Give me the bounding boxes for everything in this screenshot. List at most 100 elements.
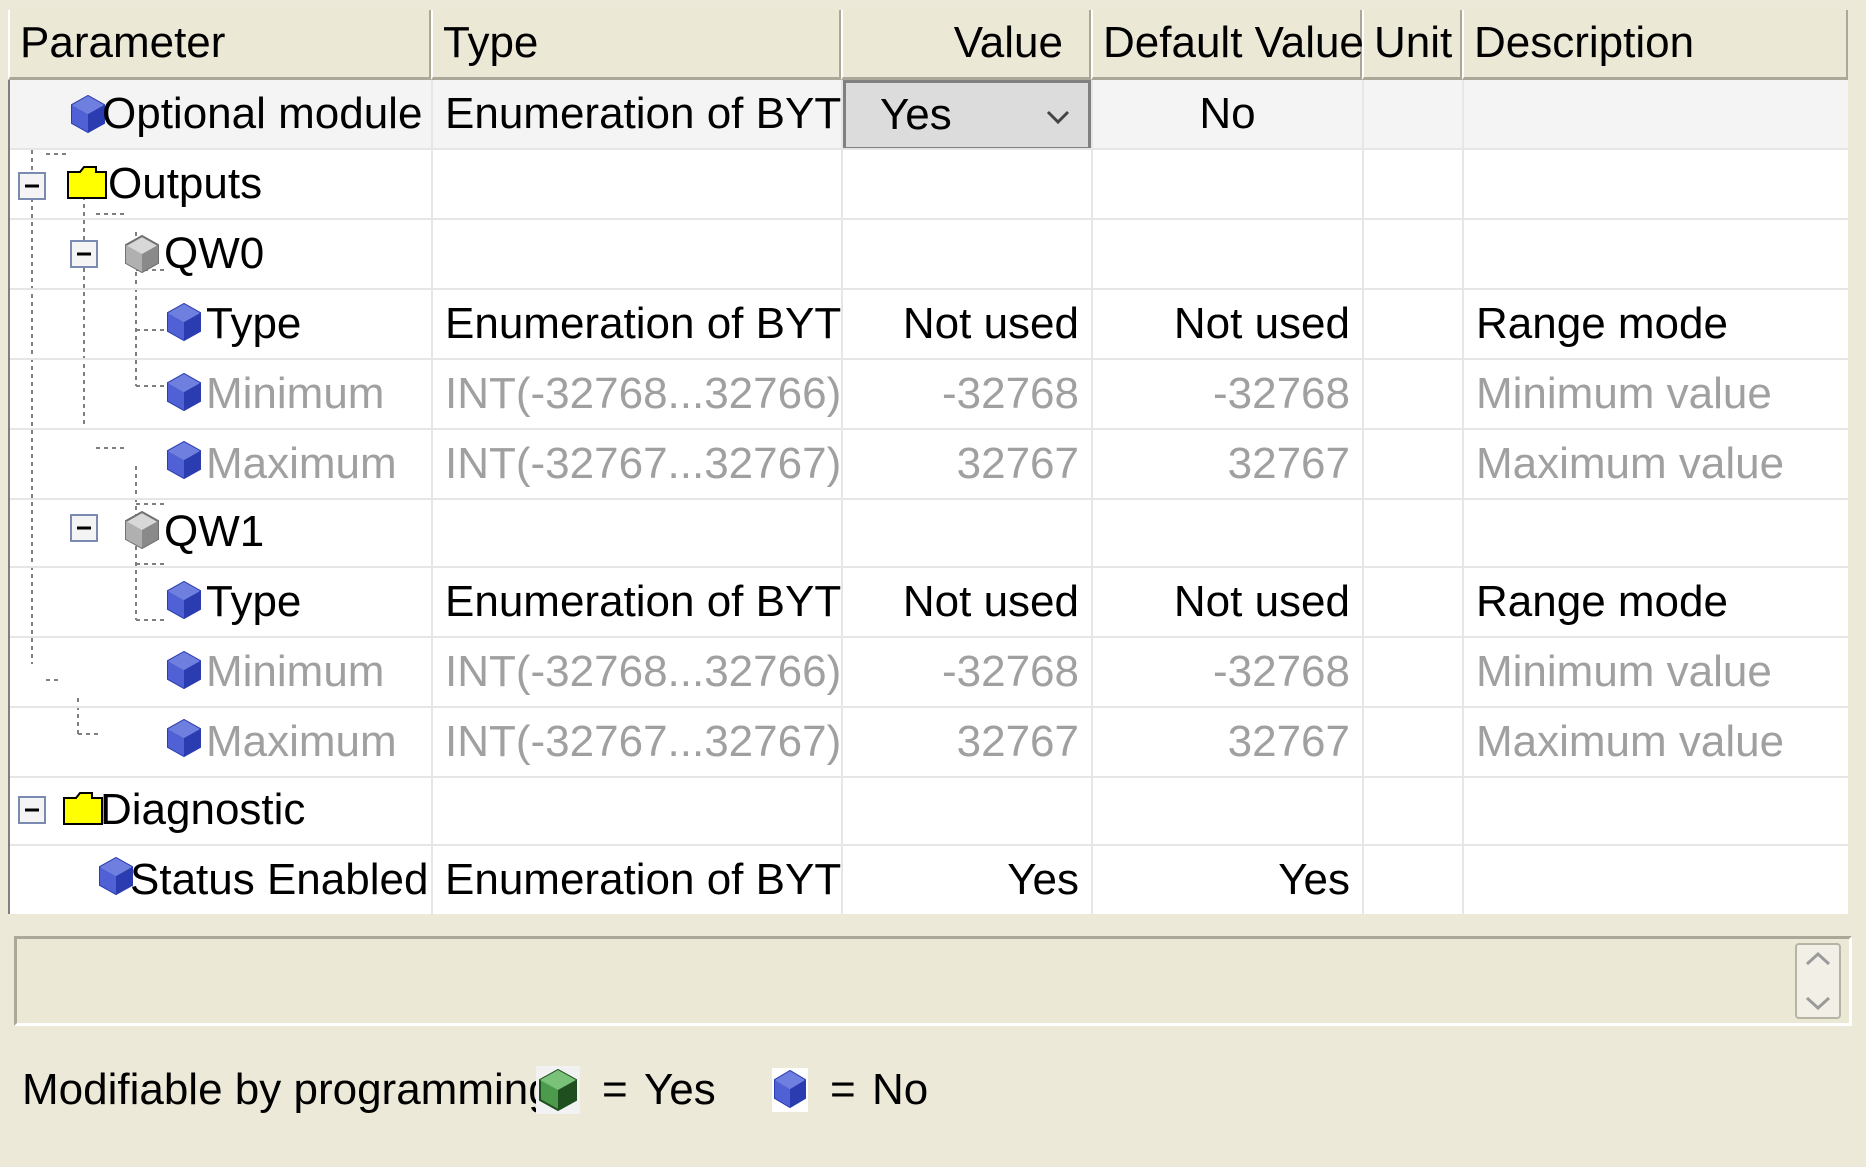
header-unit[interactable]: Unit [1362,10,1462,80]
parameter-cell: Maximum [10,430,433,500]
default-value-cell: Yes [1093,846,1364,914]
header-type[interactable]: Type [431,10,841,80]
table-row[interactable]: QW0 [10,220,1848,290]
description-cell [1464,776,1848,846]
table-row[interactable]: QW1 [10,498,1848,568]
parameter-label: QW1 [164,507,265,556]
value-dropdown[interactable]: Yes [843,80,1091,148]
parameter-label: Diagnostic [100,785,306,834]
type-cell [433,220,843,290]
parameter-grid: Optional module Enumeration of BYTE Yes … [8,80,1848,914]
folder-icon [67,166,107,199]
table-row[interactable]: Diagnostic [10,776,1848,846]
value-cell [843,776,1093,846]
blue-cube-icon [167,440,201,480]
description-scrollbar[interactable] [1795,943,1841,1019]
default-value-cell: Not used [1093,290,1364,360]
parameter-label: Minimum [206,369,385,418]
type-cell: Enumeration of BYTE [433,80,843,150]
table-row[interactable]: Status Enabled Enumeration of BYTE Yes Y… [10,846,1848,914]
default-value-cell: 32767 [1093,430,1364,500]
value-cell[interactable]: Not used [843,568,1093,638]
parameter-label: Type [206,299,302,348]
value-cell [843,220,1093,290]
type-cell: INT(-32767...32767) [433,708,843,778]
unit-cell [1364,360,1464,430]
description-cell: Range mode [1464,568,1848,638]
table-row[interactable]: Maximum INT(-32767...32767) 32767 32767 … [10,430,1848,500]
parameter-label: Status Enabled [130,855,429,904]
parameter-cell: Type [10,290,433,360]
collapse-icon[interactable] [18,796,46,824]
value-cell [843,498,1093,568]
header-default-value[interactable]: Default Value [1091,10,1364,80]
parameter-cell: Minimum [10,638,433,708]
parameter-label: Minimum [206,647,385,696]
default-value-cell [1093,498,1364,568]
unit-cell [1364,846,1464,914]
value-cell [843,150,1093,220]
parameter-label: Maximum [206,717,397,766]
table-row[interactable]: Type Enumeration of BYTE Not used Not us… [10,290,1848,360]
unit-cell [1364,498,1464,568]
header-parameter[interactable]: Parameter [8,10,431,80]
table-row[interactable]: Minimum INT(-32768...32766) -32768 -3276… [10,360,1848,430]
description-cell [1464,846,1848,914]
header-description[interactable]: Description [1462,10,1848,80]
default-value-cell [1093,776,1364,846]
collapse-icon[interactable] [70,240,98,268]
default-value-cell: 32767 [1093,708,1364,778]
unit-cell [1364,708,1464,778]
parameter-cell: Status Enabled [10,846,433,914]
parameter-cell: Minimum [10,360,433,430]
description-panel[interactable] [14,936,1852,1026]
parameter-label: QW0 [164,229,265,278]
blue-cube-icon [167,372,201,412]
blue-cube-icon [167,718,201,758]
unit-cell [1364,638,1464,708]
unit-cell [1364,80,1464,150]
type-cell [433,776,843,846]
value-cell: 32767 [843,708,1093,778]
parameter-cell: Outputs [10,150,433,220]
collapse-icon[interactable] [18,172,46,200]
collapse-icon[interactable] [70,514,98,542]
unit-cell [1364,430,1464,500]
chevron-up-icon[interactable] [1803,949,1833,969]
description-cell [1464,498,1848,568]
legend-label: Modifiable by programming [22,1065,553,1114]
parameter-editor: Parameter Type Value Default Value Unit … [0,0,1866,1167]
parameter-cell: Type [10,568,433,638]
parameter-label: Optional module [102,89,423,138]
value-cell[interactable]: Yes [843,80,1093,150]
description-cell: Maximum value [1464,708,1848,778]
unit-cell [1364,290,1464,360]
default-value-cell: No [1093,80,1364,150]
description-cell [1464,150,1848,220]
description-cell: Minimum value [1464,360,1848,430]
value-cell: -32768 [843,638,1093,708]
table-row[interactable]: Optional module Enumeration of BYTE Yes … [10,80,1848,150]
default-value-cell: Not used [1093,568,1364,638]
gray-cube-icon [125,234,159,274]
value-cell[interactable]: Yes [843,846,1093,914]
unit-cell [1364,150,1464,220]
table-row[interactable]: Minimum INT(-32768...32766) -32768 -3276… [10,638,1848,708]
chevron-down-icon[interactable] [1038,97,1078,137]
blue-cube-icon [167,302,201,342]
chevron-down-icon[interactable] [1803,993,1833,1013]
type-cell: Enumeration of BYTE [433,568,843,638]
unit-cell [1364,776,1464,846]
table-row[interactable]: Outputs [10,150,1848,220]
green-cube-icon [536,1066,580,1114]
value-cell[interactable]: Not used [843,290,1093,360]
legend-yes: Yes [644,1065,716,1114]
blue-cube-icon [772,1068,808,1112]
table-row[interactable]: Type Enumeration of BYTE Not used Not us… [10,568,1848,638]
type-cell: INT(-32768...32766) [433,360,843,430]
value-cell: -32768 [843,360,1093,430]
header-value[interactable]: Value [841,10,1091,80]
legend-equals: = [602,1065,628,1114]
table-row[interactable]: Maximum INT(-32767...32767) 32767 32767 … [10,708,1848,778]
default-value-cell [1093,150,1364,220]
